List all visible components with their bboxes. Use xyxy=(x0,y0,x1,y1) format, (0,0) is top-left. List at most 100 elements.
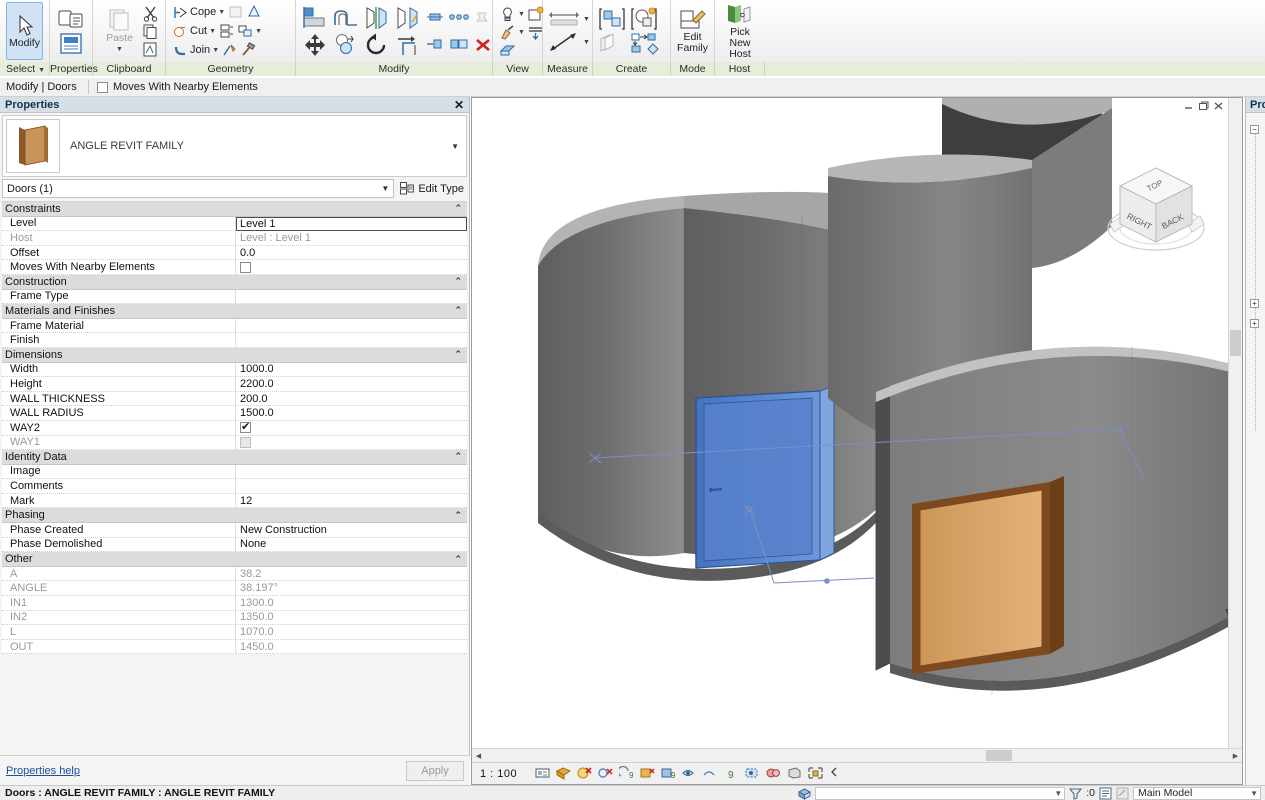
join-geometry-icon[interactable] xyxy=(237,23,253,39)
editing-request-icon[interactable] xyxy=(1116,787,1129,800)
cope-caret-icon[interactable]: ▼ xyxy=(218,9,225,16)
properties-palette-icon[interactable] xyxy=(58,32,84,55)
property-row[interactable]: Image xyxy=(2,464,467,480)
property-value[interactable]: 0.0 xyxy=(236,245,467,261)
property-row[interactable]: Finish xyxy=(2,333,467,348)
chevron-up-icon[interactable]: ⌃ xyxy=(454,203,462,214)
viewport-horizontal-scroll-thumb[interactable] xyxy=(986,750,1012,761)
property-row[interactable]: WAY2 xyxy=(2,420,467,436)
selected-door[interactable] xyxy=(695,385,835,569)
property-row[interactable]: WAY1 xyxy=(2,435,467,451)
viewcube[interactable]: TOP RIGHT BACK xyxy=(1104,158,1214,263)
measure-between-references-icon[interactable] xyxy=(549,10,581,28)
property-value[interactable]: 2200.0 xyxy=(236,377,467,392)
property-row[interactable]: Offset 0.0 xyxy=(2,245,467,261)
property-group-header[interactable]: Dimensions ⌃ xyxy=(2,347,467,363)
shadows-icon[interactable]: 9 xyxy=(619,766,634,781)
cut-to-clipboard-icon[interactable] xyxy=(142,5,159,22)
tree-expand-icon[interactable]: + xyxy=(1250,319,1259,328)
split-element-icon[interactable] xyxy=(222,42,238,58)
minimize-icon[interactable] xyxy=(1183,101,1194,111)
property-row[interactable]: Level Level 1 xyxy=(2,216,467,232)
design-option-select[interactable]: ▼ xyxy=(815,786,1066,800)
demolish-icon[interactable] xyxy=(228,4,244,20)
match-type-properties-icon[interactable] xyxy=(142,41,159,58)
measure-caret-icon[interactable]: ▼ xyxy=(583,16,590,23)
property-value[interactable] xyxy=(236,420,467,436)
property-checkbox[interactable] xyxy=(240,436,251,448)
reveal-constraints-icon[interactable] xyxy=(808,766,823,781)
chevron-up-icon[interactable]: ⌃ xyxy=(454,451,462,462)
property-value[interactable]: 1350.0 xyxy=(236,610,467,626)
chevron-down-icon[interactable]: ▼ xyxy=(1054,789,1062,798)
unselected-door[interactable] xyxy=(912,476,1064,674)
distribute-icon[interactable] xyxy=(449,11,469,24)
3d-viewport[interactable]: 6851.7 2230.6 TOP RIGHT xyxy=(472,98,1228,748)
moves-with-nearby-checkbox[interactable] xyxy=(97,81,108,93)
scroll-left-icon[interactable]: ◀ xyxy=(472,749,485,762)
property-value[interactable] xyxy=(236,464,467,480)
properties-help-link[interactable]: Properties help xyxy=(6,765,80,777)
property-value[interactable]: 1300.0 xyxy=(236,596,467,611)
property-row[interactable]: Moves With Nearby Elements xyxy=(2,260,467,275)
property-value[interactable]: 1070.0 xyxy=(236,625,467,640)
paint-geometry-icon[interactable] xyxy=(246,4,262,20)
paste-button[interactable]: Paste ▼ xyxy=(99,2,140,60)
measure-along-caret-icon[interactable]: ▼ xyxy=(583,39,590,46)
chevron-up-icon[interactable]: ⌃ xyxy=(454,349,462,360)
mirror-pick-axis-icon[interactable] xyxy=(364,6,390,30)
property-row[interactable]: L 1070.0 xyxy=(2,625,467,640)
rendering-dialog-icon[interactable] xyxy=(640,766,655,781)
worksets-icon[interactable] xyxy=(1099,787,1112,800)
property-value[interactable]: 38.2 xyxy=(236,566,467,582)
copy-to-clipboard-icon[interactable] xyxy=(142,23,159,40)
viewport-vertical-scrollbar[interactable] xyxy=(1228,98,1242,748)
join-geometry-caret-icon[interactable]: ▼ xyxy=(255,28,262,35)
move-icon[interactable] xyxy=(302,33,328,57)
modify-button[interactable]: Modify xyxy=(6,2,43,60)
chevron-down-icon[interactable]: ▼ xyxy=(381,184,389,193)
expand-icon[interactable] xyxy=(829,766,844,781)
property-row[interactable]: OUT 1450.0 xyxy=(2,639,467,655)
demolish-hammer-icon[interactable] xyxy=(240,42,256,58)
property-row[interactable]: WALL RADIUS 1500.0 xyxy=(2,406,467,421)
property-row[interactable]: Frame Material xyxy=(2,318,467,334)
edit-family-button[interactable]: Edit Family xyxy=(677,2,708,60)
property-row[interactable]: A 38.2 xyxy=(2,566,467,582)
detail-level-icon[interactable] xyxy=(556,766,572,781)
tree-collapse-icon[interactable]: − xyxy=(1250,125,1259,134)
property-row[interactable]: Host Level : Level 1 xyxy=(2,231,467,246)
design-options-icon[interactable] xyxy=(798,787,812,800)
property-value[interactable]: 1500.0 xyxy=(236,406,467,421)
property-group-header[interactable]: Phasing ⌃ xyxy=(2,508,467,524)
paste-caret-icon[interactable]: ▼ xyxy=(116,44,123,55)
type-selector[interactable]: ANGLE REVIT FAMILY ▼ xyxy=(2,115,467,177)
property-row[interactable]: Frame Type xyxy=(2,289,467,305)
hide-isolate-icon[interactable] xyxy=(499,42,516,57)
property-group-header[interactable]: Materials and Finishes ⌃ xyxy=(2,304,467,319)
edit-type-button[interactable]: Edit Type xyxy=(400,182,467,195)
property-value[interactable]: 38.197° xyxy=(236,581,467,597)
property-group-header[interactable]: Construction ⌃ xyxy=(2,274,467,290)
paint-caret-icon[interactable]: ▼ xyxy=(518,29,525,36)
trim-extend-icon[interactable] xyxy=(395,33,421,57)
property-row[interactable]: IN2 1350.0 xyxy=(2,610,467,626)
hide-analytical-model-icon[interactable] xyxy=(787,766,802,781)
property-row[interactable]: ANGLE 38.197° xyxy=(2,581,467,597)
create-part-icon[interactable] xyxy=(631,7,657,31)
reveal-hidden-elements-icon[interactable] xyxy=(745,766,760,781)
property-group-header[interactable]: Other ⌃ xyxy=(2,552,467,567)
align-icon[interactable] xyxy=(302,6,328,30)
family-category-select[interactable]: Doors (1) ▼ xyxy=(2,179,395,198)
join-button[interactable]: Join ▼ xyxy=(172,41,220,60)
property-row[interactable]: Phase Created New Construction xyxy=(2,523,467,538)
scale-icon[interactable] xyxy=(535,766,550,781)
property-value[interactable] xyxy=(236,435,467,451)
filter-icon[interactable] xyxy=(1069,787,1083,800)
scale-icon[interactable] xyxy=(449,38,469,51)
property-value[interactable]: Level : Level 1 xyxy=(236,231,467,246)
sun-path-icon[interactable] xyxy=(598,766,613,781)
section-box-icon[interactable] xyxy=(527,24,544,41)
create-group-icon[interactable] xyxy=(599,7,625,31)
property-value[interactable]: None xyxy=(236,537,467,553)
